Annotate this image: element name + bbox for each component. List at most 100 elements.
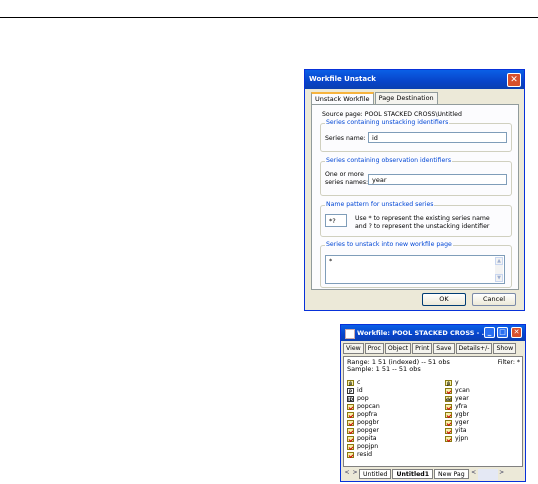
close-icon[interactable]: ✕ bbox=[507, 73, 521, 87]
vertical-scrollbar[interactable]: ▲ ▼ bbox=[495, 257, 503, 282]
object-name: yfra bbox=[455, 403, 468, 410]
workfile-object-list[interactable]: Range: 1 51 (indexed) -- 51 obs Filter: … bbox=[343, 356, 523, 467]
workfile-object-item[interactable]: popjpn bbox=[347, 443, 378, 450]
source-page-label: Source page: POOL STACKED CROSS\Untitled bbox=[322, 111, 462, 118]
workfile-object-item[interactable]: popita bbox=[347, 435, 377, 442]
workfile-titlebar[interactable]: Workfile: POOL STACKED CROSS - ... _ □ ✕ bbox=[341, 325, 525, 341]
close-icon[interactable]: ✕ bbox=[511, 327, 522, 338]
workfile-object-item[interactable]: dd year bbox=[445, 395, 469, 402]
series-icon bbox=[347, 435, 354, 442]
series-to-unstack-value: * bbox=[329, 257, 333, 265]
series-name-label: Series name: bbox=[325, 135, 366, 142]
scroll-up-icon[interactable]: ▲ bbox=[495, 257, 503, 265]
workfile-object-item[interactable]: popgbr bbox=[347, 419, 379, 426]
name-pattern-input[interactable]: *? bbox=[325, 214, 347, 227]
coef-icon: β bbox=[347, 379, 354, 386]
filter-label: Filter: * bbox=[497, 359, 520, 366]
proc-button[interactable]: Proc bbox=[364, 343, 384, 354]
series-icon bbox=[347, 419, 354, 426]
workfile-object-item[interactable]: βc bbox=[347, 379, 360, 386]
series-to-unstack-input[interactable]: * ▲ ▼ bbox=[325, 255, 505, 284]
workfile-window: Workfile: POOL STACKED CROSS - ... _ □ ✕… bbox=[340, 324, 526, 482]
series-icon bbox=[445, 419, 452, 426]
object-name: yita bbox=[455, 427, 467, 434]
series-to-unstack-group: Series to unstack into new workfile page… bbox=[320, 241, 512, 288]
workfile-object-item[interactable]: yita bbox=[445, 427, 467, 434]
workfile-object-item[interactable]: βy bbox=[445, 379, 459, 386]
sample-label: Sample: 1 51 -- 51 obs bbox=[347, 365, 421, 373]
hscroll-thumb[interactable] bbox=[477, 469, 498, 480]
details-button[interactable]: Details+/- bbox=[455, 343, 493, 354]
dialog-titlebar[interactable]: Workfile Unstack ✕ bbox=[305, 70, 524, 89]
workfile-object-item[interactable]: yfra bbox=[445, 403, 467, 410]
unstacking-id-group: Series containing unstacking identifiers… bbox=[320, 119, 512, 152]
series-icon bbox=[445, 411, 452, 418]
workfile-object-item[interactable]: ycan bbox=[445, 387, 470, 394]
print-button[interactable]: Print bbox=[412, 343, 433, 354]
page-tabs: < > Untitled Untitled1 New Pag < > bbox=[343, 469, 506, 480]
series-icon bbox=[347, 411, 354, 418]
object-name: yger bbox=[455, 419, 469, 426]
page-tab-untitled1[interactable]: Untitled1 bbox=[392, 469, 434, 479]
scroll-down-icon[interactable]: ▼ bbox=[495, 274, 503, 282]
series-names-label-line1: One or more bbox=[325, 171, 364, 178]
object-name: pop bbox=[357, 395, 369, 402]
object-name: popfra bbox=[357, 411, 378, 418]
observation-id-group: Series containing observation identifier… bbox=[320, 157, 512, 196]
series-names-label-line2: series names: bbox=[325, 179, 369, 186]
series-names-input[interactable]: year bbox=[368, 174, 507, 185]
cancel-button[interactable]: Cancel bbox=[472, 293, 516, 306]
hscroll-right-icon[interactable]: > bbox=[498, 469, 506, 480]
view-button[interactable]: View bbox=[343, 343, 364, 354]
group-label: Series to unstack into new workfile page bbox=[325, 241, 453, 248]
pop-id-icon: ID bbox=[347, 395, 354, 402]
object-name: yjpn bbox=[455, 435, 469, 442]
workfile-object-item[interactable]: yjpn bbox=[445, 435, 468, 442]
ok-button[interactable]: OK bbox=[422, 293, 466, 306]
workfile-object-item[interactable]: resid bbox=[347, 451, 372, 458]
workfile-object-item[interactable]: ygbr bbox=[445, 411, 469, 418]
maximize-icon[interactable]: □ bbox=[497, 327, 508, 338]
series-icon bbox=[445, 387, 452, 394]
object-name: ygbr bbox=[455, 411, 470, 418]
object-name: popjpn bbox=[357, 443, 379, 450]
workfile-object-item[interactable]: popger bbox=[347, 427, 379, 434]
id-icon: P bbox=[347, 387, 354, 394]
save-button[interactable]: Save bbox=[433, 343, 455, 354]
object-name: y bbox=[455, 379, 459, 386]
workfile-object-item[interactable]: yger bbox=[445, 419, 469, 426]
dialog-tabs: Unstack Workfile Page Destination bbox=[311, 92, 439, 106]
workfile-object-item[interactable]: ID pop bbox=[347, 395, 369, 402]
object-name: popger bbox=[357, 427, 379, 434]
series-icon bbox=[445, 435, 452, 442]
workfile-object-item[interactable]: Pid bbox=[347, 387, 363, 394]
object-name: year bbox=[455, 395, 469, 402]
series-name-input[interactable]: id bbox=[368, 132, 507, 143]
tab-panel: Source page: POOL STACKED CROSS\Untitled… bbox=[311, 104, 519, 290]
workfile-unstack-dialog: Workfile Unstack ✕ Unstack Workfile Page… bbox=[304, 69, 525, 311]
object-name: resid bbox=[357, 451, 373, 458]
object-name: id bbox=[357, 387, 363, 394]
series-icon bbox=[445, 427, 452, 434]
series-icon bbox=[347, 427, 354, 434]
workfile-object-item[interactable]: popfra bbox=[347, 411, 377, 418]
coef-icon: β bbox=[445, 379, 452, 386]
hscroll-left-icon[interactable]: < bbox=[470, 469, 478, 480]
object-name: popgbr bbox=[357, 419, 380, 426]
object-button[interactable]: Object bbox=[384, 343, 412, 354]
object-name: popcan bbox=[357, 403, 380, 410]
dialog-title: Workfile Unstack bbox=[309, 75, 376, 83]
series-icon bbox=[347, 443, 354, 450]
show-button[interactable]: Show bbox=[493, 343, 517, 354]
workfile-icon bbox=[345, 329, 355, 339]
group-label: Series containing unstacking identifiers bbox=[325, 119, 450, 126]
workfile-object-item[interactable]: popcan bbox=[347, 403, 380, 410]
tab-scroll-right-icon[interactable]: > bbox=[351, 469, 359, 480]
object-name: popita bbox=[357, 435, 377, 442]
minimize-icon[interactable]: _ bbox=[484, 327, 495, 338]
tab-scroll-left-icon[interactable]: < bbox=[343, 469, 351, 480]
workfile-toolbar: View Proc Object Print Save Details+/- S… bbox=[343, 343, 517, 355]
tab-page-destination[interactable]: Page Destination bbox=[374, 92, 438, 104]
page-tab-new-page[interactable]: New Pag bbox=[434, 469, 469, 479]
page-tab-untitled[interactable]: Untitled bbox=[359, 469, 392, 479]
